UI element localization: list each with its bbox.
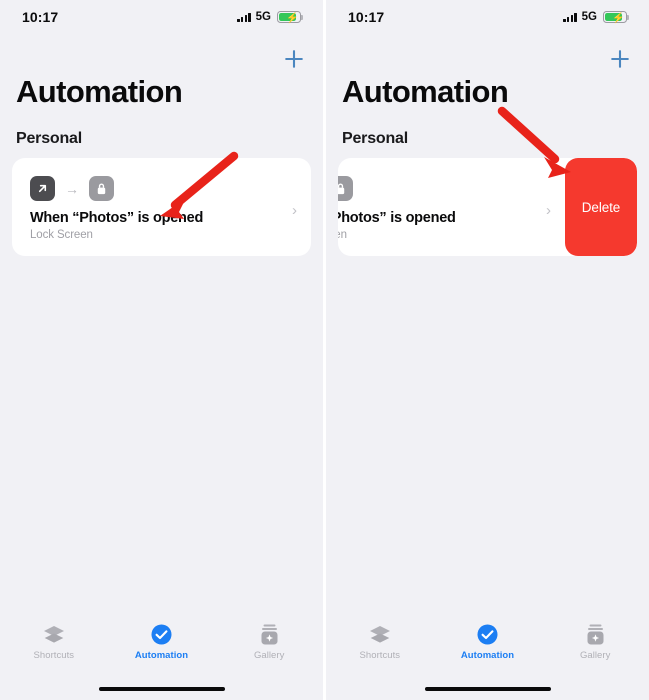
- automation-card-swiped[interactable]: ’Photos” is opened een › Delete: [338, 158, 637, 256]
- tab-label-gallery: Gallery: [253, 650, 285, 661]
- status-clock: 10:17: [348, 9, 385, 25]
- check-circle-icon: [150, 622, 173, 646]
- lock-icon: [338, 176, 353, 201]
- automation-subtitle: Lock Screen: [30, 229, 93, 241]
- add-automation-button[interactable]: [607, 46, 633, 72]
- status-clock: 10:17: [22, 9, 59, 25]
- tab-automation[interactable]: Automation: [434, 622, 542, 661]
- phone-screen-right: 10:17 5G ⚡ Automation Personal ’Photos” …: [326, 0, 649, 700]
- status-bar: 10:17 5G ⚡: [326, 0, 649, 34]
- disclosure-chevron-icon: ›: [546, 202, 551, 219]
- plus-icon: [285, 50, 303, 68]
- arrow-right-icon: →: [65, 180, 79, 197]
- status-indicators: 5G ⚡: [237, 11, 304, 24]
- status-bar: 10:17 5G ⚡: [0, 0, 323, 34]
- gallery-jar-icon: [585, 622, 606, 646]
- battery-charging-icon: ⚡: [603, 11, 630, 24]
- page-title: Automation: [16, 74, 183, 109]
- plus-icon: [611, 50, 629, 68]
- check-circle-icon: [476, 622, 499, 646]
- home-indicator: [424, 686, 551, 691]
- tab-label-gallery: Gallery: [579, 650, 611, 661]
- tab-bar: Shortcuts Automation Gallery: [326, 616, 649, 700]
- section-header-personal: Personal: [16, 130, 82, 147]
- home-indicator: [98, 686, 225, 691]
- tab-label-shortcuts: Shortcuts: [33, 650, 75, 661]
- delete-button[interactable]: Delete: [565, 158, 637, 256]
- layers-icon: [42, 622, 66, 646]
- tab-bar: Shortcuts Automation Gallery: [0, 616, 323, 700]
- tab-gallery[interactable]: Gallery: [541, 622, 649, 661]
- add-automation-button[interactable]: [281, 46, 307, 72]
- tab-automation[interactable]: Automation: [108, 622, 216, 661]
- open-app-icon: [30, 176, 55, 201]
- tab-gallery[interactable]: Gallery: [215, 622, 323, 661]
- automation-icons: [338, 176, 353, 201]
- battery-charging-icon: ⚡: [277, 11, 304, 24]
- gallery-jar-icon: [259, 622, 280, 646]
- section-header-personal: Personal: [342, 130, 408, 147]
- automation-card[interactable]: → When “Photos” is opened Lock Screen ›: [12, 158, 311, 256]
- tab-label-automation: Automation: [134, 650, 189, 661]
- automation-list: ’Photos” is opened een › Delete: [338, 158, 637, 256]
- screenshot-pair: 10:17 5G ⚡ Automation Personal → When “P…: [0, 0, 649, 700]
- disclosure-chevron-icon: ›: [292, 202, 297, 219]
- automation-subtitle: een: [338, 229, 347, 241]
- cellular-signal-icon: [563, 12, 577, 22]
- automation-list: → When “Photos” is opened Lock Screen ›: [12, 158, 311, 256]
- tab-label-shortcuts: Shortcuts: [359, 650, 401, 661]
- network-type-label: 5G: [255, 11, 271, 23]
- cellular-signal-icon: [237, 12, 251, 22]
- automation-title: When “Photos” is opened: [30, 210, 204, 226]
- tab-shortcuts[interactable]: Shortcuts: [326, 622, 434, 661]
- status-indicators: 5G ⚡: [563, 11, 630, 24]
- tab-label-automation: Automation: [460, 650, 515, 661]
- network-type-label: 5G: [581, 11, 597, 23]
- phone-screen-left: 10:17 5G ⚡ Automation Personal → When “P…: [0, 0, 323, 700]
- automation-title: ’Photos” is opened: [338, 210, 456, 226]
- automation-icons: →: [30, 176, 114, 201]
- layers-icon: [368, 622, 392, 646]
- page-title: Automation: [342, 74, 509, 109]
- lock-icon: [89, 176, 114, 201]
- tab-shortcuts[interactable]: Shortcuts: [0, 622, 108, 661]
